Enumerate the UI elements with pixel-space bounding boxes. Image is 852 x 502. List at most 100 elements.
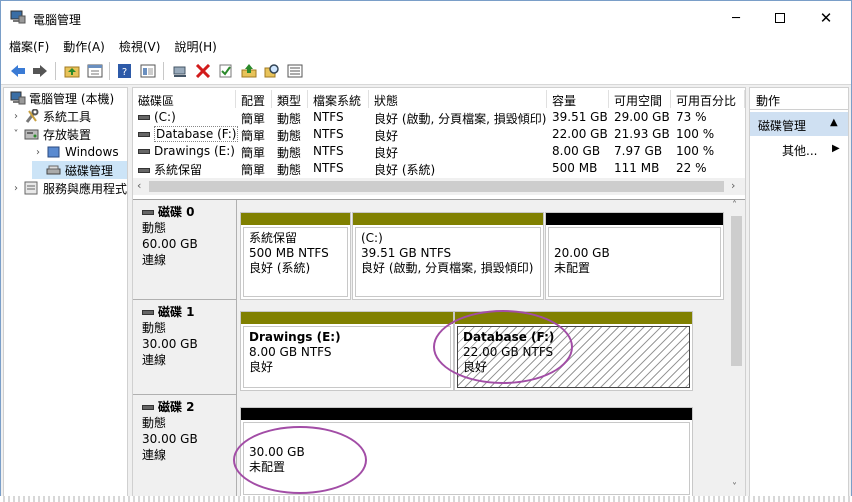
column-header-capacity[interactable]: 容量 xyxy=(547,90,609,108)
partition-unallocated-0[interactable]: 20.00 GB 未配置 xyxy=(545,212,724,300)
column-header-volume[interactable]: 磁碟區 xyxy=(133,90,236,108)
layout-cell: 簡單 xyxy=(241,112,266,126)
window-title: 電腦管理 xyxy=(33,13,82,27)
scroll-thumb[interactable] xyxy=(149,181,724,192)
type-cell: 動態 xyxy=(277,129,302,143)
partition-bar xyxy=(241,312,453,324)
disk-info[interactable]: 磁碟 2 動態 30.00 GB 連線 xyxy=(133,395,237,496)
disk-icon xyxy=(142,405,154,410)
disk-icon xyxy=(142,210,154,215)
torn-edge xyxy=(0,496,852,502)
column-header-filesystem[interactable]: 檔案系統 xyxy=(308,90,369,108)
export-button[interactable] xyxy=(240,62,258,80)
disk-size: 30.00 GB xyxy=(142,432,198,446)
menu-view[interactable]: 檢視(V) xyxy=(111,35,167,55)
disk-name: 磁碟 1 xyxy=(142,304,236,320)
partition-status: 良好 xyxy=(249,360,274,374)
percent-free-cell: 100 % xyxy=(676,127,715,141)
console-tree-button[interactable] xyxy=(139,62,157,80)
partition-system-reserved[interactable]: 系統保留 500 MB NTFS 良好 (系統) xyxy=(240,212,351,300)
chevron-right-icon[interactable]: › xyxy=(10,183,22,194)
chevron-right-icon[interactable]: › xyxy=(32,147,44,158)
list-icon xyxy=(287,64,303,78)
scroll-right-icon[interactable]: › xyxy=(731,179,735,192)
search-button[interactable] xyxy=(263,62,281,80)
disk-info[interactable]: 磁碟 0 動態 60.00 GB 連線 xyxy=(133,200,237,300)
volume-row[interactable]: Database (F:) 簡單 動態 NTFS 良好 22.00 GB 21.… xyxy=(133,126,745,143)
partition-c[interactable]: (C:) 39.51 GB NTFS 良好 (啟動, 分頁檔案, 損毀傾印) xyxy=(352,212,544,300)
disk-info[interactable]: 磁碟 1 動態 30.00 GB 連線 xyxy=(133,300,237,395)
filesystem-cell: NTFS xyxy=(313,161,344,175)
chevron-right-icon[interactable]: › xyxy=(10,111,22,122)
actions-section-disk-management[interactable]: 磁碟管理 ▲ xyxy=(750,112,848,136)
help-button[interactable]: ? xyxy=(116,62,134,80)
menu-file[interactable]: 檔案(F) xyxy=(1,35,55,55)
toolbar-separator xyxy=(109,62,110,80)
tree-item-disk-management[interactable]: 磁碟管理 xyxy=(32,161,127,179)
layout-cell: 簡單 xyxy=(241,163,266,177)
horizontal-scrollbar[interactable]: ‹ › xyxy=(133,178,745,195)
menu-help[interactable]: 說明(H) xyxy=(166,35,222,55)
volume-row[interactable]: (C:) 簡單 動態 NTFS 良好 (啟動, 分頁檔案, 損毀傾印) 39.5… xyxy=(133,109,745,126)
delete-icon xyxy=(195,64,211,78)
tree-item-storage[interactable]: ˅ 存放裝置 xyxy=(10,125,92,143)
free-space-cell: 7.97 GB xyxy=(614,144,663,158)
list-button[interactable] xyxy=(286,62,304,80)
toolbar-separator xyxy=(55,62,56,80)
column-header-layout[interactable]: 配置 xyxy=(236,90,272,108)
connect-icon xyxy=(173,66,186,77)
console-tree: 電腦管理 (本機) › 系統工具 ˅ 存放裝置 › Windows 磁碟管理 ›… xyxy=(3,87,128,497)
partition-bar xyxy=(241,213,350,225)
tree-label: 磁碟管理 xyxy=(65,163,114,178)
column-header-free-space[interactable]: 可用空間 xyxy=(609,90,671,108)
volume-list: 磁碟區 配置 類型 檔案系統 狀態 容量 可用空間 可用百分比 (C:) 簡單 … xyxy=(133,88,745,198)
computer-management-window: 電腦管理 ─ ✕ 檔案(F) 動作(A) 檢視(V) 說明(H) ? 電腦管理 (本機… xyxy=(0,0,852,502)
highlight-circle-unallocated xyxy=(233,426,367,494)
tree-item-system-tools[interactable]: › 系統工具 xyxy=(10,107,91,125)
disk-management-pane: 磁碟區 配置 類型 檔案系統 狀態 容量 可用空間 可用百分比 (C:) 簡單 … xyxy=(132,87,746,497)
services-icon xyxy=(24,181,38,195)
tree-item-computer-management[interactable]: 電腦管理 (本機) xyxy=(8,89,114,107)
maximize-button[interactable] xyxy=(757,1,803,35)
disk-state: 連線 xyxy=(142,253,167,267)
toolbar: ? xyxy=(1,57,851,85)
connect-button[interactable] xyxy=(171,62,189,80)
free-space-cell: 111 MB xyxy=(614,161,660,175)
scroll-down-icon[interactable]: ˅ xyxy=(732,482,737,493)
up-one-level-button[interactable] xyxy=(63,62,81,80)
show-hide-tree-button[interactable] xyxy=(86,62,104,80)
filesystem-cell: NTFS xyxy=(313,110,344,124)
column-header-percent-free[interactable]: 可用百分比 xyxy=(671,90,745,108)
chevron-down-icon[interactable]: ˅ xyxy=(10,129,22,140)
forward-button[interactable] xyxy=(31,62,49,80)
volume-row[interactable]: Drawings (E:) 簡單 動態 NTFS 良好 8.00 GB 7.97… xyxy=(133,143,745,160)
column-header-type[interactable]: 類型 xyxy=(272,90,308,108)
disk-size: 60.00 GB xyxy=(142,237,198,251)
column-header-status[interactable]: 狀態 xyxy=(369,90,547,108)
check-button[interactable] xyxy=(217,62,235,80)
menu-action[interactable]: 動作(A) xyxy=(55,35,111,55)
export-icon xyxy=(241,64,257,78)
actions-pane: 動作 磁碟管理 ▲ 其他... ▶ xyxy=(749,87,849,497)
scroll-left-icon[interactable]: ‹ xyxy=(137,179,141,192)
more-actions-item[interactable]: 其他... ▶ xyxy=(750,140,848,160)
svg-text:?: ? xyxy=(122,67,127,78)
type-cell: 動態 xyxy=(277,163,302,177)
scroll-up-icon[interactable]: ˄ xyxy=(732,200,737,211)
close-button[interactable]: ✕ xyxy=(803,1,849,35)
volume-name-cell: 系統保留 xyxy=(133,160,236,177)
partition-detail: 39.51 GB NTFS xyxy=(361,246,452,260)
vertical-scrollbar[interactable]: ˄ ˅ xyxy=(728,200,745,496)
volume-icon xyxy=(138,149,150,154)
tree-item-windows-backup[interactable]: › Windows xyxy=(32,143,119,161)
minimize-button[interactable]: ─ xyxy=(713,1,759,35)
layout-cell: 簡單 xyxy=(241,129,266,143)
delete-button[interactable] xyxy=(194,62,212,80)
volume-row[interactable]: 系統保留 簡單 動態 NTFS 良好 (系統) 500 MB 111 MB 22… xyxy=(133,160,745,177)
scroll-thumb[interactable] xyxy=(731,216,742,366)
search-icon xyxy=(264,64,279,78)
tree-item-services-applications[interactable]: › 服務與應用程式 xyxy=(10,179,127,197)
partition-drawings-e[interactable]: Drawings (E:) 8.00 GB NTFS 良好 xyxy=(240,311,454,391)
disk-name: 磁碟 0 xyxy=(142,204,236,220)
back-button[interactable] xyxy=(9,62,27,80)
